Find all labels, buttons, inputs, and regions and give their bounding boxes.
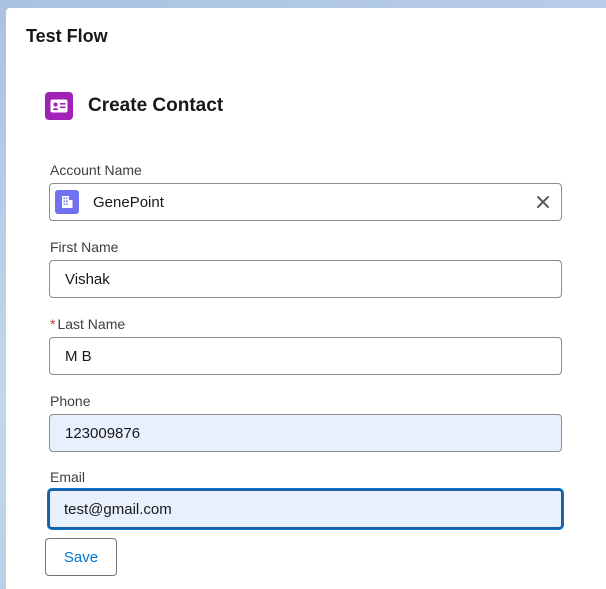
required-marker: *: [50, 316, 56, 332]
card-title: Create Contact: [88, 95, 224, 116]
clear-selection-icon[interactable]: [533, 192, 553, 212]
last-name-value: M B: [65, 347, 92, 365]
save-button[interactable]: Save: [45, 538, 117, 576]
modal-title: Test Flow: [26, 26, 108, 46]
phone-value: 123009876: [65, 424, 141, 442]
phone-label: Phone: [50, 393, 91, 409]
last-name-label-wrapper: * Last Name: [50, 316, 125, 332]
account-name-label: Account Name: [50, 162, 142, 178]
first-name-input[interactable]: Vishak: [49, 260, 562, 298]
account-name-value: GenePoint: [93, 193, 164, 211]
email-value: test@gmail.com: [64, 500, 172, 518]
building-icon: [55, 190, 79, 214]
email-input[interactable]: test@gmail.com: [48, 489, 563, 529]
account-name-lookup[interactable]: GenePoint: [49, 183, 562, 221]
last-name-label: Last Name: [57, 316, 126, 332]
last-name-input[interactable]: M B: [49, 337, 562, 375]
card-header: Create Contact: [45, 92, 223, 120]
contact-card-icon: [45, 92, 73, 120]
first-name-value: Vishak: [65, 270, 110, 288]
first-name-label: First Name: [50, 239, 119, 255]
phone-input[interactable]: 123009876: [49, 414, 562, 452]
email-label: Email: [50, 469, 86, 485]
flow-modal: Test Flow Create Contact Account Name Ge…: [6, 8, 606, 589]
